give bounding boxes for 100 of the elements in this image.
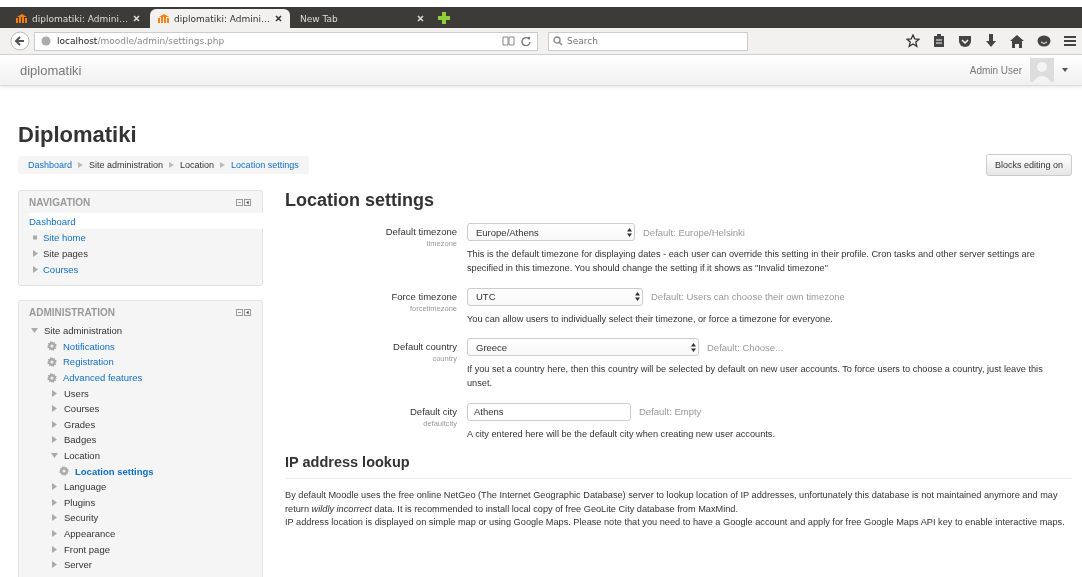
text-field[interactable]: Athens — [467, 403, 631, 421]
section-heading: IP address lookup — [285, 453, 1072, 479]
tree-item[interactable]: Advanced features — [63, 372, 143, 384]
section-description: IP address location is displayed on simple map or using Google Maps. Please note that you need to have a Google account and apply for free Google Maps API key to enable interactive maps. — [285, 516, 1065, 530]
setting-description: You can allow users to individually select their timezone, or force a timezone for everyone. — [467, 312, 834, 326]
tree-item[interactable]: Users — [64, 387, 89, 399]
user-name[interactable]: Admin User — [969, 64, 1022, 76]
browser-tab[interactable]: diplomatiki: Admini… — [8, 9, 148, 28]
select-dropdown[interactable]: UTC — [467, 287, 643, 306]
breadcrumb-item[interactable]: Location settings — [231, 160, 299, 170]
browser-tab[interactable]: diplomatiki: Admini… — [150, 9, 290, 28]
expand-arrow-icon[interactable] — [51, 405, 58, 413]
separator-icon — [220, 162, 226, 168]
navigation-item[interactable]: Site home — [43, 231, 86, 243]
tab-title: New Tab — [300, 13, 339, 24]
dropdown-arrows-icon — [691, 342, 696, 352]
dropdown-arrows-icon — [635, 292, 640, 302]
tree-item[interactable]: Notifications — [63, 340, 115, 352]
navigation-item[interactable]: Dashboard — [29, 215, 76, 227]
setting-label: Force timezone — [391, 290, 457, 302]
setting-description: This is the default timezone for displaying dates - each user can override this setting in their profile. Cron tasks and other server settings are specified in this timezone. You should change the setting if it shows as "Invalid timezone" — [467, 248, 1036, 275]
expand-arrow-icon[interactable] — [51, 436, 58, 444]
tree-item[interactable]: Server — [64, 559, 92, 571]
navigation-item[interactable]: Courses — [43, 263, 79, 275]
gear-icon — [47, 341, 57, 352]
expand-arrow-icon[interactable] — [51, 545, 58, 553]
default-value: Default: Users can choose their own timezone — [651, 291, 845, 303]
tree-item[interactable]: Language — [64, 481, 107, 493]
tree-item[interactable]: Site administration — [44, 325, 123, 337]
gear-icon — [47, 372, 57, 383]
expand-arrow-icon[interactable] — [51, 561, 58, 569]
section-description: By default Moodle uses the free online NetGeo (The Internet Geographic Database) server to lookup location of IP addresses, unfortunately this database is not maintained anymore and may return wildly incorrect data. It is recommended to install local copy of free GeoLite City database from MaxMind. — [285, 488, 1059, 516]
download-icon[interactable] — [985, 34, 997, 48]
expand-arrow-icon[interactable] — [51, 530, 58, 537]
expand-arrow-icon[interactable] — [51, 514, 58, 522]
pocket-icon[interactable] — [958, 34, 972, 48]
menu-icon[interactable] — [1064, 35, 1076, 47]
block-title: NAVIGATION — [29, 197, 91, 208]
tree-item[interactable]: Plugins — [64, 496, 96, 508]
tree-item[interactable]: Courses — [64, 403, 100, 415]
search-icon — [553, 36, 563, 46]
setting-label: Default timezone — [385, 226, 457, 237]
back-icon[interactable] — [10, 31, 30, 51]
tree-item[interactable]: Front page — [64, 543, 110, 555]
tree-item[interactable]: Badges — [64, 434, 97, 446]
reader-icon[interactable] — [502, 36, 515, 46]
expand-arrow-icon[interactable] — [51, 498, 58, 506]
new-tab-icon[interactable] — [438, 12, 450, 24]
chat-icon[interactable] — [1037, 34, 1051, 48]
tab-title: diplomatiki: Admini… — [173, 13, 270, 24]
expand-arrow-icon[interactable] — [51, 420, 58, 428]
section-heading: Location settings — [285, 190, 435, 211]
moodle-logo-icon — [16, 14, 27, 23]
url-text: localhost/moodle/admin/settings.php — [57, 36, 226, 46]
tree-item[interactable]: Grades — [64, 418, 96, 430]
default-value: Default: Europe/Helsinki — [643, 226, 745, 238]
expand-arrow-icon[interactable] — [31, 327, 38, 335]
tab-title: diplomatiki: Admini… — [31, 13, 128, 24]
expand-arrow-icon[interactable] — [51, 452, 58, 460]
dropdown-arrows-icon — [627, 227, 632, 237]
block-controls-icon[interactable] — [236, 309, 252, 316]
breadcrumb-item: Location — [180, 160, 215, 170]
search-field[interactable]: Search — [548, 31, 748, 51]
clipboard-icon[interactable] — [933, 34, 945, 48]
star-icon[interactable] — [906, 34, 920, 48]
tree-item[interactable]: Location — [64, 450, 100, 462]
reload-icon[interactable] — [521, 36, 531, 46]
gear-icon — [47, 357, 57, 367]
browser-tab[interactable]: New Tab — [292, 9, 432, 28]
default-value: Default: Choose... — [707, 341, 784, 353]
breadcrumb-item: Site administration — [89, 160, 164, 170]
home-icon[interactable] — [1010, 34, 1024, 48]
navigation-item[interactable]: Site pages — [43, 247, 88, 259]
page-heading: Diplomatiki — [18, 122, 138, 148]
tree-item[interactable]: Registration — [63, 356, 114, 368]
breadcrumb-item[interactable]: Dashboard — [28, 160, 73, 170]
block-title: ADMINISTRATION — [29, 307, 115, 318]
select-dropdown[interactable]: Europe/Athens — [467, 223, 635, 241]
select-dropdown[interactable]: Greece — [467, 338, 699, 357]
site-name[interactable]: diplomatiki — [20, 62, 82, 78]
setting-description: If you set a country here, then this country will be selected by default on new user accounts. To force users to choose a country, just leave this unset. — [467, 363, 1044, 391]
block-controls-icon[interactable] — [236, 199, 252, 206]
default-value: Default: Empty — [639, 406, 702, 418]
tree-item[interactable]: Appearance — [64, 528, 116, 539]
tree-item[interactable]: Location settings — [75, 465, 154, 477]
setting-label: Default country — [393, 341, 457, 353]
separator-icon — [78, 162, 84, 168]
address-bar[interactable]: localhost/moodle/admin/settings.php — [34, 31, 538, 51]
expand-arrow-icon[interactable] — [51, 389, 58, 397]
blocks-editing-button[interactable]: Blocks editing on — [985, 154, 1072, 176]
bullet-icon — [33, 234, 38, 240]
caret-icon[interactable] — [1062, 68, 1068, 72]
setting-label: Default city — [410, 406, 457, 417]
separator-icon — [169, 162, 175, 168]
gear-icon — [59, 466, 69, 477]
tree-item[interactable]: Security — [64, 512, 99, 524]
setting-description: A city entered here will be the default city when creating new user accounts. — [467, 428, 775, 441]
close-icon[interactable] — [275, 15, 282, 22]
moodle-logo-icon — [158, 14, 169, 23]
expand-arrow-icon[interactable] — [51, 483, 58, 491]
